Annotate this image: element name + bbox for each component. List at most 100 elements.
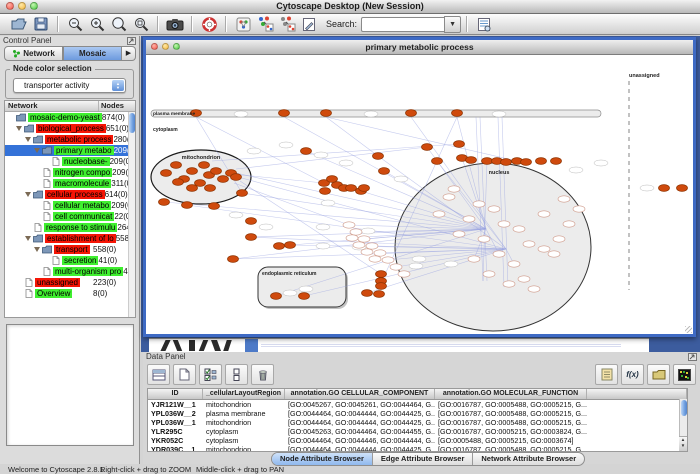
unselect-all-attributes-button[interactable] (225, 364, 248, 385)
network-node[interactable] (279, 110, 290, 117)
network-node[interactable] (359, 185, 370, 192)
tree-row[interactable]: cellular metabo209(0) (5, 200, 128, 211)
help-button[interactable] (198, 15, 220, 33)
close-window-button[interactable] (6, 2, 14, 10)
tree-scrollbar[interactable] (128, 112, 135, 317)
network-node[interactable] (285, 242, 296, 249)
network-label[interactable]: multi-organism pro (53, 267, 123, 276)
tree-row[interactable]: macromolecule311(0) (5, 178, 128, 189)
table-row[interactable]: YPL036W__2plasma membrane[GO:0044464, GO… (148, 409, 687, 418)
matrix-view-button[interactable] (673, 364, 696, 385)
label-list-button[interactable] (595, 364, 618, 385)
table-column-header[interactable]: annotation.GO MOLECULAR_FUNCTION (435, 389, 587, 399)
network-node[interactable] (246, 234, 257, 241)
network-node[interactable] (173, 179, 184, 186)
network-label[interactable]: unassigned (35, 278, 80, 287)
network-node-unselected[interactable] (346, 235, 358, 241)
network-node-unselected[interactable] (374, 250, 386, 256)
network-label[interactable]: metabolic process (45, 135, 113, 144)
network-node[interactable] (237, 190, 248, 197)
tab-network[interactable]: Network (4, 46, 63, 61)
tree-row[interactable]: cellular process614(0) (5, 189, 128, 200)
network-node[interactable] (346, 185, 357, 192)
tree-row[interactable]: Overview8(0) (5, 288, 128, 299)
table-column-header[interactable]: ID (148, 389, 203, 399)
tree-row[interactable]: cell communicat22(0) (5, 211, 128, 222)
birdseye-view[interactable] (6, 324, 134, 446)
network-node-unselected[interactable] (473, 201, 485, 207)
network-node[interactable] (501, 159, 512, 166)
search-dropdown-button[interactable]: ▼ (444, 16, 461, 33)
network-node-unselected[interactable] (448, 186, 460, 192)
new-network-from-selected-edges-button[interactable] (276, 15, 298, 33)
network-node-unselected[interactable] (478, 236, 490, 242)
network-canvas[interactable]: plasma membranecytoplasmmitochondrionnuc… (146, 55, 693, 334)
network-node-unselected[interactable] (528, 286, 540, 292)
network-node-unselected[interactable] (468, 256, 480, 262)
minimize-view-button[interactable] (162, 43, 169, 50)
network-node-unselected[interactable] (493, 251, 505, 257)
network-node[interactable] (187, 185, 198, 192)
network-node[interactable] (231, 174, 242, 181)
expand-arrow-icon[interactable] (34, 148, 40, 153)
network-node-unselected[interactable] (361, 249, 373, 255)
table-row[interactable]: YKR052Ccytoplasm[GO:0044464, GO:0044446,… (148, 436, 687, 445)
network-label[interactable]: cellular process (45, 190, 105, 199)
network-node-unselected[interactable] (518, 276, 530, 282)
new-network-from-selected-nodes-button[interactable] (254, 15, 276, 33)
minimize-window-button[interactable] (18, 2, 26, 10)
expand-arrow-icon[interactable] (16, 126, 22, 131)
network-node[interactable] (209, 203, 220, 210)
tree-row[interactable]: response to stimulu264(0) (5, 222, 128, 233)
network-node[interactable] (406, 110, 417, 117)
open-button[interactable] (8, 15, 30, 33)
network-node-unselected[interactable] (488, 206, 500, 212)
import-attributes-button[interactable] (647, 364, 670, 385)
network-window-titlebar[interactable]: primary metabolic process (146, 40, 693, 55)
network-node[interactable] (432, 158, 443, 165)
network-node[interactable] (320, 188, 331, 195)
network-node[interactable] (171, 162, 182, 169)
network-label[interactable]: cellular metabo (53, 201, 111, 210)
network-node[interactable] (161, 170, 172, 177)
network-node-unselected[interactable] (558, 196, 570, 202)
expand-arrow-icon[interactable] (34, 247, 40, 252)
expand-arrow-icon[interactable] (25, 236, 31, 241)
network-node-unselected[interactable] (483, 271, 495, 277)
table-scrollbar[interactable]: ▲▼ (679, 399, 687, 451)
tree-col-network[interactable]: Network (5, 101, 99, 111)
network-node-unselected[interactable] (538, 211, 550, 217)
network-node[interactable] (374, 291, 385, 298)
network-node[interactable] (373, 153, 384, 160)
zoom-fit-button[interactable] (108, 15, 130, 33)
network-label[interactable]: cell communicat (53, 212, 114, 221)
network-node-unselected[interactable] (350, 229, 362, 235)
network-node[interactable] (379, 168, 390, 175)
network-node[interactable] (187, 168, 198, 175)
tree-row[interactable]: establishment of lo558(0) (5, 233, 128, 244)
network-node-unselected[interactable] (498, 221, 510, 227)
zoom-in-button[interactable] (86, 15, 108, 33)
network-node[interactable] (246, 218, 257, 225)
network-node[interactable] (551, 158, 562, 165)
close-view-button[interactable] (151, 43, 158, 50)
combo-stepper-icon[interactable]: ▲▼ (112, 80, 124, 91)
network-node-unselected[interactable] (390, 264, 402, 270)
network-edge[interactable] (236, 147, 427, 169)
background-window-sliver[interactable] (149, 338, 649, 352)
network-node-unselected[interactable] (503, 281, 515, 287)
save-button[interactable] (30, 15, 52, 33)
network-node-unselected[interactable] (523, 241, 535, 247)
attribute-browser-button[interactable] (473, 15, 495, 33)
tree-scrollbar-thumb[interactable] (129, 113, 135, 133)
network-label[interactable]: secretion (62, 256, 98, 265)
network-label[interactable]: establishment of lo (45, 234, 116, 243)
network-label[interactable]: response to stimulu (44, 223, 117, 232)
table-scrollbar-thumb[interactable] (681, 400, 687, 416)
network-label[interactable]: macromolecule (53, 179, 111, 188)
window-resize-grip[interactable] (685, 326, 692, 333)
network-node-unselected[interactable] (382, 257, 394, 263)
table-row[interactable]: YJR121W__1mitochondrion[GO:0045267, GO:0… (148, 400, 687, 409)
zoom-window-button[interactable] (30, 2, 38, 10)
network-node[interactable] (199, 162, 210, 169)
